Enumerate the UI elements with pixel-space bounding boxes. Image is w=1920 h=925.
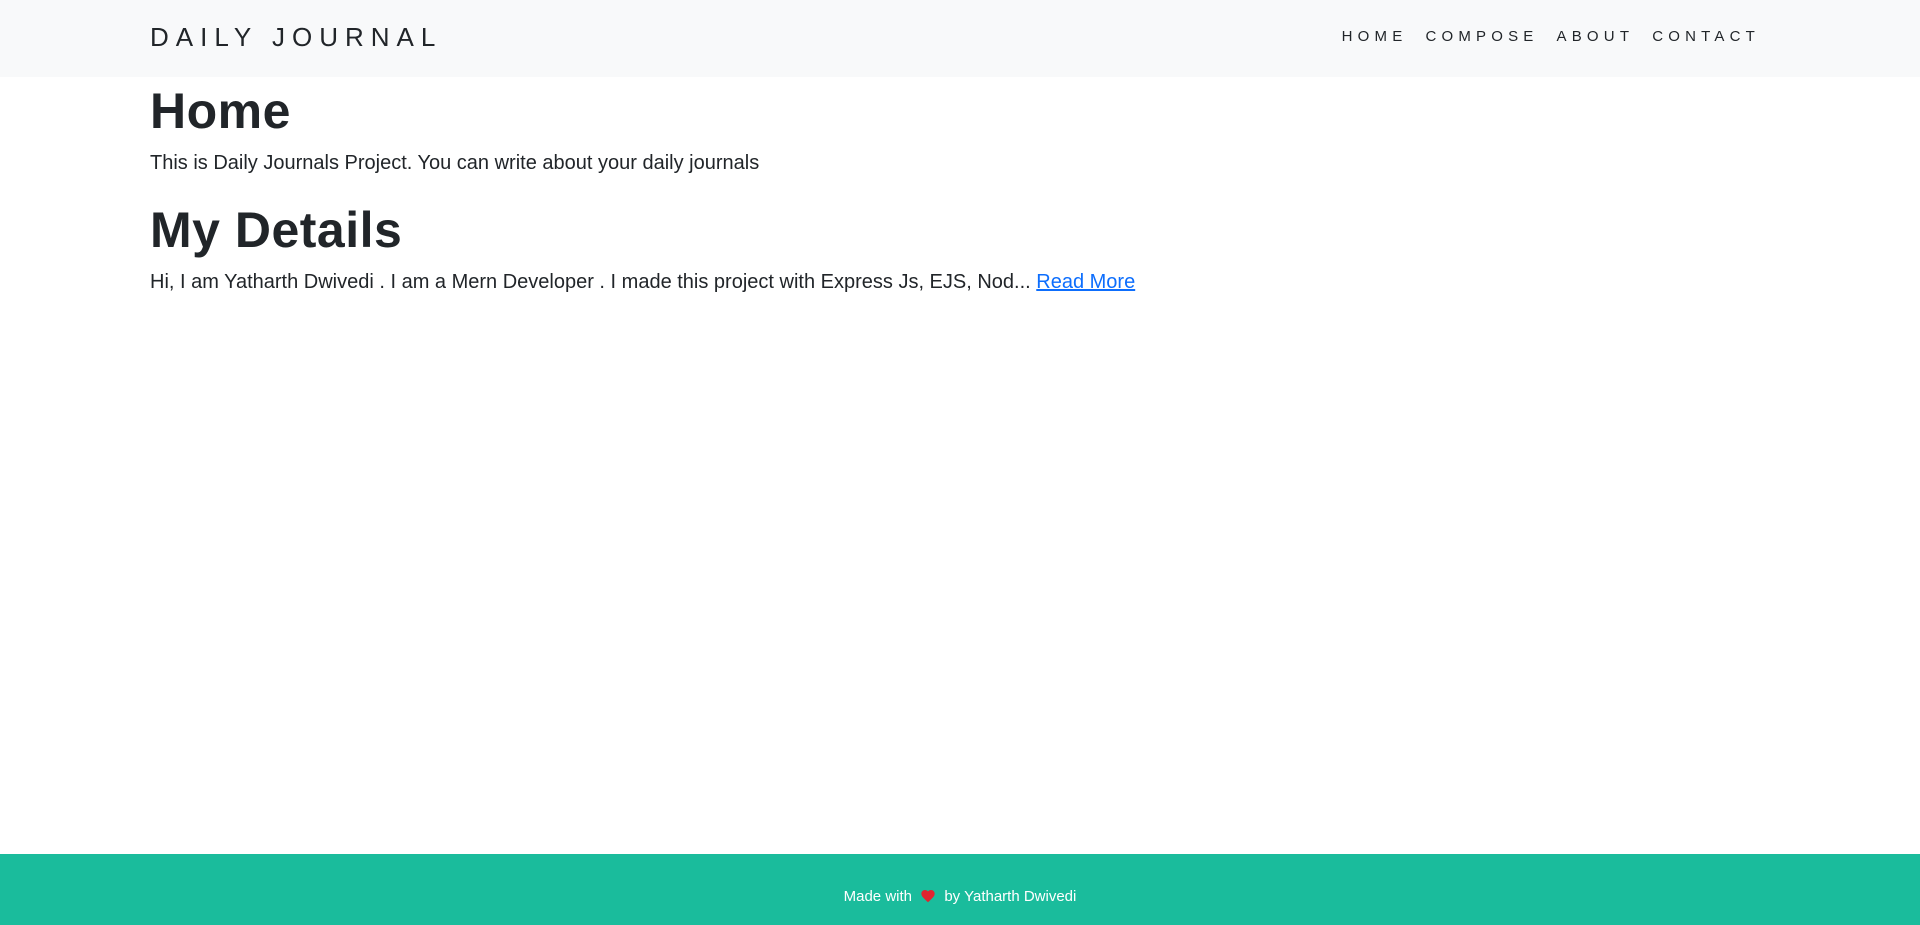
nav-links: HOME COMPOSE ABOUT CONTACT: [1324, 26, 1760, 48]
read-more-link[interactable]: Read More: [1036, 271, 1135, 293]
intro-text: This is Daily Journals Project. You can …: [150, 152, 760, 174]
heart-icon: [921, 890, 935, 903]
nav-compose-link[interactable]: COMPOSE: [1425, 26, 1538, 48]
brand-link[interactable]: DAILY JOURNAL: [150, 19, 442, 55]
footer-suffix: by Yatharth Dwivedi: [944, 888, 1077, 905]
post-excerpt-text: Hi, I am Yatharth Dwivedi . I am a Mern …: [150, 271, 1031, 293]
footer: Made with by Yatharth Dwivedi: [0, 854, 1920, 925]
footer-prefix: Made with: [843, 888, 912, 905]
main-content: Home This is Daily Journals Project. You…: [150, 77, 1770, 297]
post-excerpt: Hi, I am Yatharth Dwivedi . I am a Mern …: [150, 267, 1770, 297]
page-title: Home: [150, 83, 291, 139]
post-item: My Details Hi, I am Yatharth Dwivedi . I…: [150, 198, 1770, 297]
nav-contact-link[interactable]: CONTACT: [1652, 26, 1760, 48]
footer-credit: Made with by Yatharth Dwivedi: [0, 886, 1920, 908]
post-title: My Details: [150, 202, 403, 258]
nav-home-link[interactable]: HOME: [1342, 26, 1408, 48]
nav-about-link[interactable]: ABOUT: [1557, 26, 1635, 48]
navbar: DAILY JOURNAL HOME COMPOSE ABOUT CONTACT: [0, 0, 1920, 77]
